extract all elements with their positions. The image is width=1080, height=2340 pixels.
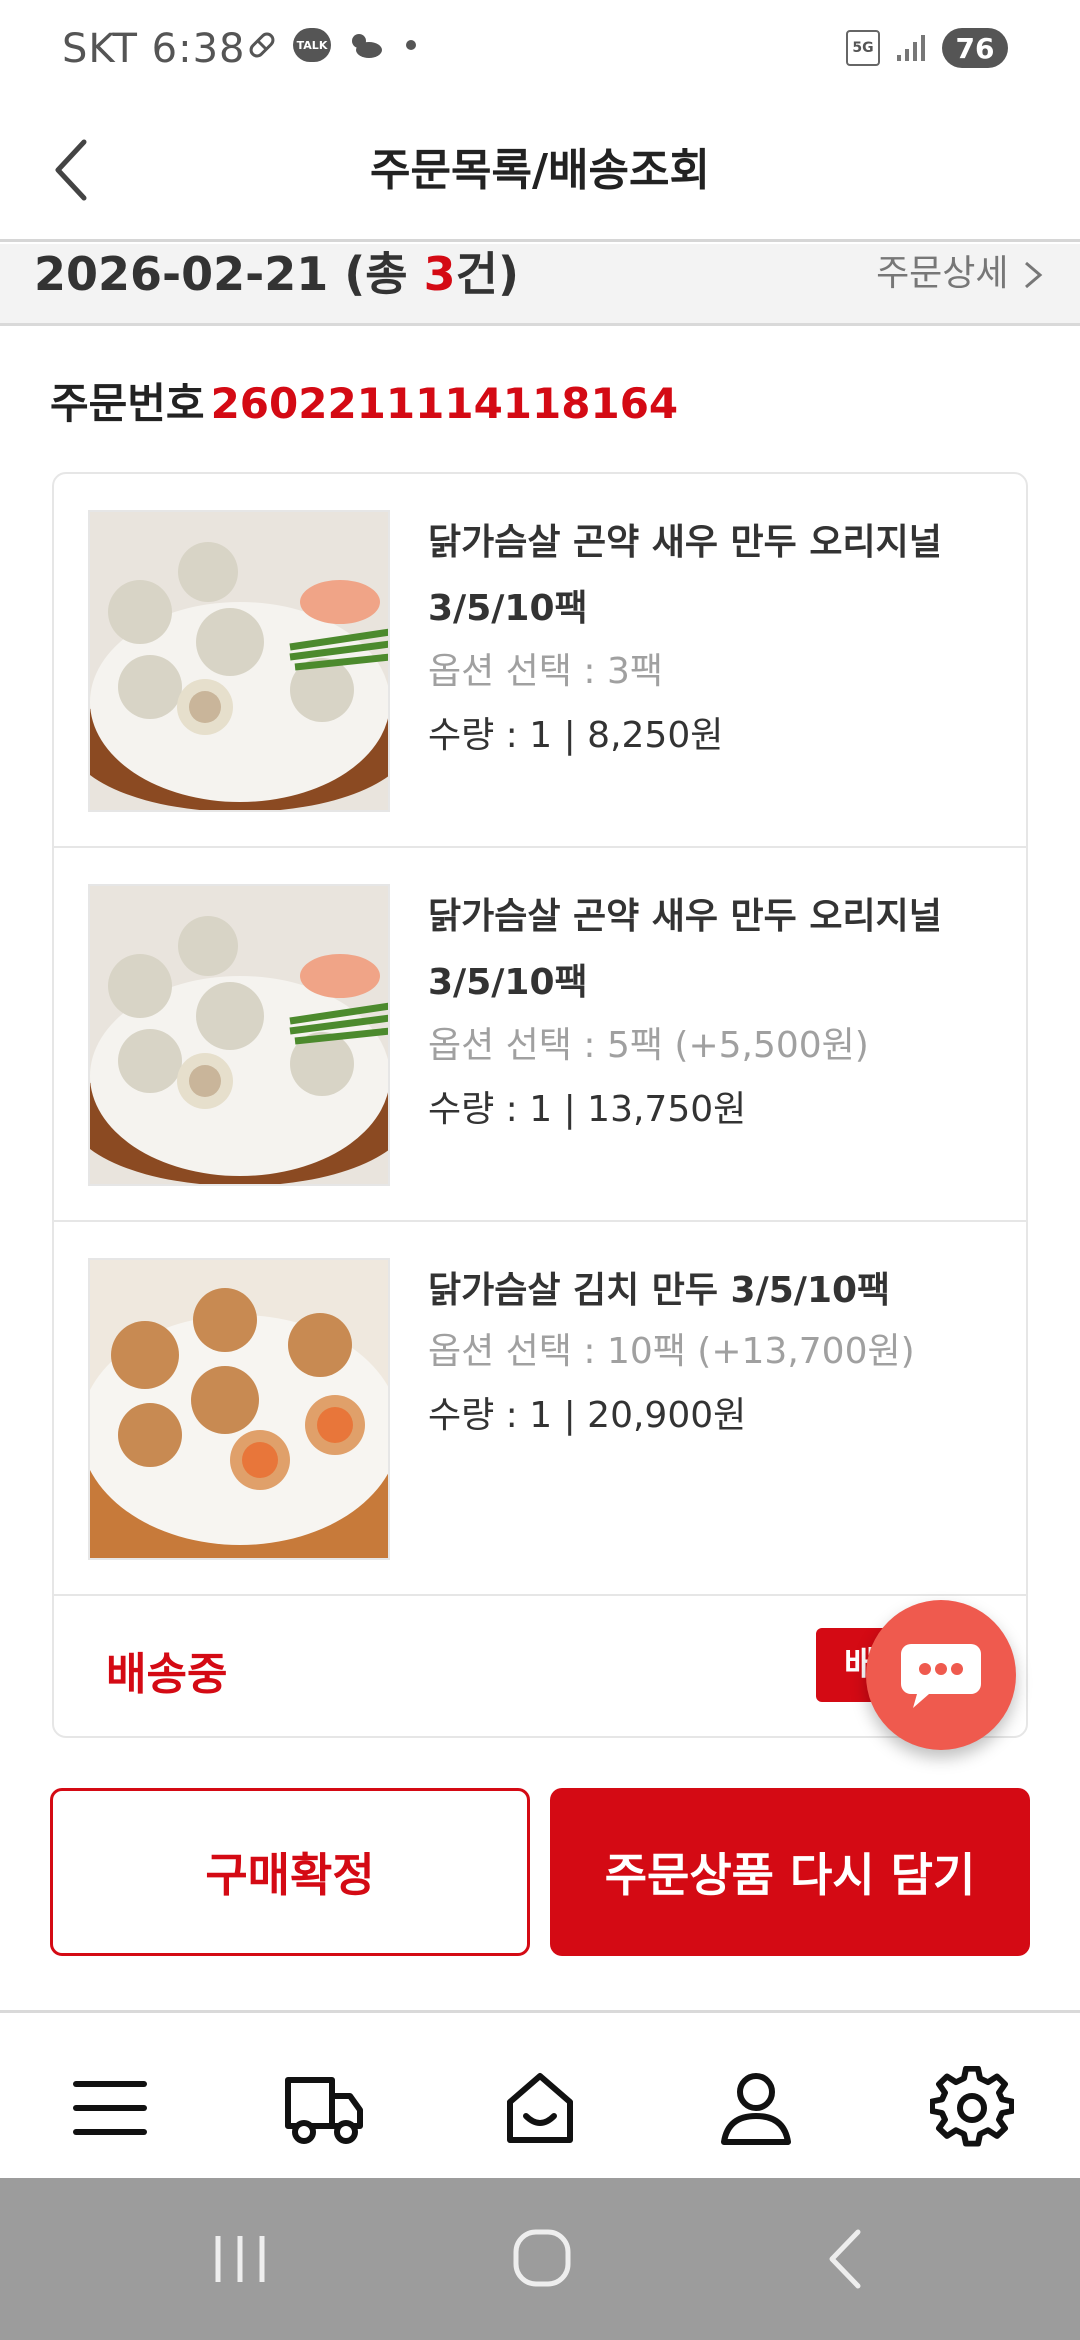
- nav-menu[interactable]: [68, 2066, 152, 2150]
- network-icon: 5G: [846, 30, 880, 66]
- nav-mypage[interactable]: [714, 2066, 798, 2150]
- page-title: 주문목록/배송조회: [370, 145, 710, 196]
- status-notification-icons: TALK: [245, 28, 423, 62]
- dot-icon: [406, 40, 416, 50]
- chat-bubble-icon: [901, 1644, 981, 1708]
- order-detail-label: 주문상세: [876, 253, 1009, 294]
- date-suffix: 건): [455, 247, 519, 301]
- home-icon: [507, 2073, 573, 2143]
- recent-apps-button[interactable]: [200, 2224, 280, 2294]
- battery-level: 76: [955, 31, 995, 65]
- order-number: 주문번호 2602211114118164: [50, 370, 678, 431]
- bottom-nav: [0, 2030, 1080, 2180]
- item-qty-price: 수량 : 1 | 20,900원: [428, 1395, 747, 1436]
- talk-icon: TALK: [293, 28, 331, 62]
- status-bar: SKT 6:38 TALK 5G 76: [0, 0, 1080, 100]
- order-item[interactable]: 닭가슴살 곤약 새우 만두 오리지널 3/5/10팩 옵션 선택 : 3팩 수량…: [54, 474, 1026, 848]
- pill-icon: [249, 32, 275, 58]
- item-option: 옵션 선택 : 3팩: [428, 651, 663, 692]
- delivery-status: 배송중: [106, 1649, 228, 1700]
- order-card: 닭가슴살 곤약 새우 만두 오리지널 3/5/10팩 옵션 선택 : 3팩 수량…: [52, 472, 1028, 1738]
- system-nav-bar: [0, 2178, 1080, 2340]
- order-item[interactable]: 닭가슴살 곤약 새우 만두 오리지널 3/5/10팩 옵션 선택 : 5팩 (+…: [54, 848, 1026, 1222]
- back-system-button[interactable]: [806, 2224, 886, 2294]
- battery-icon: 76: [942, 28, 1008, 68]
- home-system-button[interactable]: [502, 2224, 582, 2294]
- chevron-right-icon: [1025, 261, 1043, 289]
- date-prefix: 2026-02-21 (총: [34, 247, 424, 301]
- item-qty-price: 수량 : 1 | 13,750원: [428, 1089, 747, 1130]
- product-image: [88, 884, 390, 1186]
- add-to-cart-again-button[interactable]: 주문상품 다시 담기: [550, 1788, 1030, 1956]
- order-date: 2026-02-21 (총 3건): [34, 244, 519, 304]
- network-label: 5G: [852, 40, 874, 56]
- item-option: 옵션 선택 : 5팩 (+5,500원): [428, 1025, 869, 1066]
- item-name: 닭가슴살 곤약 새우 만두 오리지널 3/5/10팩: [428, 522, 942, 629]
- order-item[interactable]: 닭가슴살 김치 만두 3/5/10팩 옵션 선택 : 10팩 (+13,700원…: [54, 1222, 1026, 1596]
- gear-icon: [929, 2065, 1015, 2147]
- menu-icon: [73, 2081, 147, 2135]
- item-name: 닭가슴살 김치 만두 3/5/10팩: [428, 1270, 891, 1311]
- order-date-strip: 2026-02-21 (총 3건) 주문상세: [0, 244, 1080, 326]
- user-icon: [721, 2073, 791, 2145]
- item-name: 닭가슴살 곤약 새우 만두 오리지널 3/5/10팩: [428, 896, 942, 1003]
- divider: [0, 2010, 1080, 2013]
- status-system-icons: 5G 76: [846, 28, 1008, 68]
- item-option: 옵션 선택 : 10팩 (+13,700원): [428, 1331, 915, 1372]
- confirm-purchase-button[interactable]: 구매확정: [50, 1788, 530, 1956]
- truck-icon: [285, 2077, 363, 2144]
- order-count: 3: [423, 247, 456, 301]
- status-time: SKT 6:38: [62, 26, 246, 72]
- order-number-label: 주문번호: [50, 379, 205, 428]
- item-qty-price: 수량 : 1 | 8,250원: [428, 715, 724, 756]
- app-header: 주문목록/배송조회: [0, 100, 1080, 242]
- weather-icon: [352, 34, 382, 58]
- talk-label: TALK: [296, 38, 328, 52]
- order-number-value: 2602211114118164: [210, 379, 679, 428]
- nav-settings[interactable]: [929, 2065, 1015, 2150]
- order-detail-link[interactable]: 주문상세: [876, 244, 1046, 296]
- nav-home[interactable]: [498, 2066, 582, 2150]
- home-circle-icon: [513, 2229, 571, 2287]
- signal-icon: [897, 35, 925, 61]
- nav-delivery[interactable]: [282, 2066, 366, 2150]
- recent-apps-icon: [215, 2236, 265, 2282]
- chat-button[interactable]: [866, 1600, 1016, 1750]
- product-image: [88, 1258, 390, 1560]
- product-image: [88, 510, 390, 812]
- back-arrow-icon: [829, 2229, 861, 2289]
